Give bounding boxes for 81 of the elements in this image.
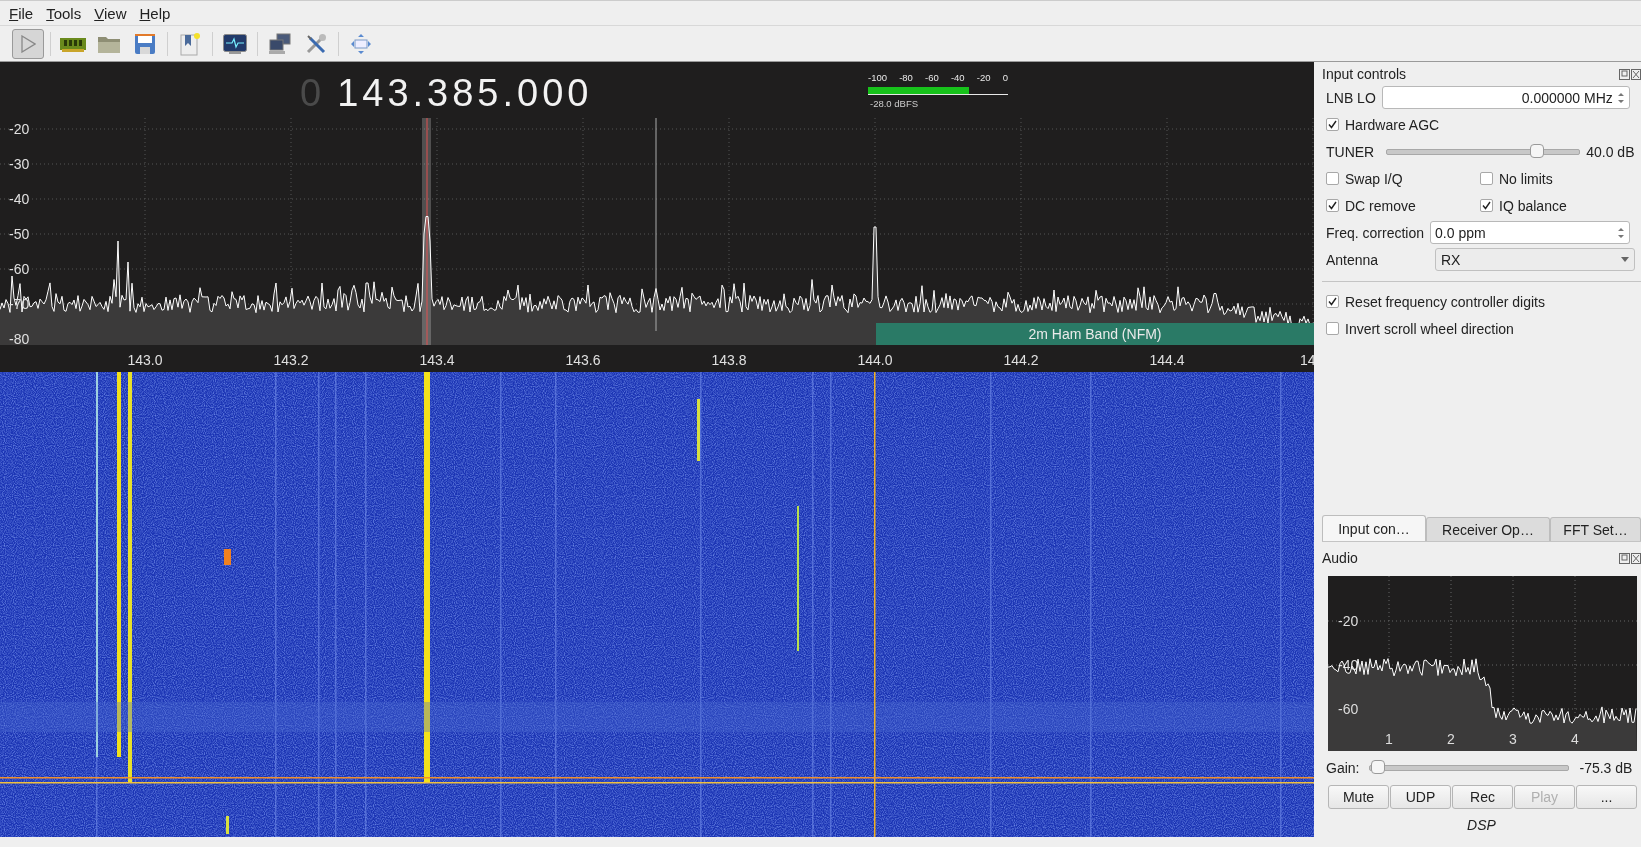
meter-tick-label: -80 (899, 72, 913, 83)
axis-label: -30 (9, 156, 30, 172)
checkbox[interactable] (1326, 295, 1339, 308)
meter-tick-label: -60 (925, 72, 939, 83)
audio-button[interactable]: ... (1576, 785, 1637, 809)
audio-button[interactable]: UDP (1390, 785, 1451, 809)
menu-item[interactable]: Tools (41, 4, 90, 22)
computers-icon (268, 32, 292, 55)
axis-label: 143.0 (127, 352, 163, 368)
axis-label: 144.4 (1149, 352, 1185, 368)
field-label: LNB LO (1326, 89, 1376, 106)
panel-title: Audio (1322, 550, 1358, 566)
checkbox[interactable] (1326, 118, 1339, 131)
play-icon (20, 34, 36, 53)
axis-label: 4 (1571, 731, 1579, 747)
checkbox[interactable] (1480, 199, 1493, 212)
antenna-dropdown[interactable]: RX (1435, 248, 1635, 271)
section-label: DSP (1467, 817, 1496, 833)
spinner-icon[interactable] (1617, 225, 1626, 240)
axis-label: 2 (1447, 731, 1455, 747)
option-label: No limits (1499, 170, 1553, 187)
checkbox[interactable] (1326, 199, 1339, 212)
dock-float-close-icon[interactable] (1619, 552, 1641, 564)
slider-label: TUNER (1326, 143, 1375, 160)
meter-tick-label: -20 (976, 72, 991, 83)
field-label: Antenna (1326, 251, 1380, 268)
axis-label: -60 (1338, 701, 1359, 717)
meter-tick-label: -100 (868, 72, 887, 83)
slider-reading: -75.3 dB (1579, 760, 1633, 776)
menu-item[interactable]: View (89, 4, 135, 22)
bookmark-document-icon (180, 31, 200, 56)
dropdown-arrow-icon (1621, 257, 1629, 262)
field-label: Freq. correction (1326, 224, 1425, 241)
option-label: DC remove (1345, 197, 1416, 214)
axis-label: 3 (1509, 731, 1517, 747)
option-label: Reset frequency controller digits (1345, 293, 1545, 310)
slider-thumb[interactable] (1530, 143, 1544, 158)
menu-item[interactable]: Help (134, 4, 179, 22)
wrench-screwdriver-icon (305, 32, 327, 55)
monitor-pulse-icon (223, 33, 247, 54)
option-label: Swap I/Q (1345, 170, 1403, 187)
axis-label: -50 (9, 226, 30, 242)
band-label: 2m Ham Band (NFM) (1028, 326, 1162, 342)
meter-reading: -28.0 dBFS (870, 98, 920, 109)
axis-label: 143.8 (711, 352, 747, 368)
audio-button[interactable]: Mute (1328, 785, 1389, 809)
option-label: Invert scroll wheel direction (1345, 320, 1514, 337)
checkbox[interactable] (1480, 172, 1493, 185)
tab[interactable]: FFT Set… (1550, 517, 1641, 541)
axis-label: 143.4 (419, 352, 455, 368)
axis-label: 1 (1385, 731, 1393, 747)
axis-label: -20 (9, 121, 30, 137)
checkbox[interactable] (1326, 322, 1339, 335)
axis-label: -20 (1338, 613, 1359, 629)
tab[interactable]: Input con… (1322, 515, 1426, 541)
axis-label: -40 (9, 191, 30, 207)
freq-correction-field[interactable]: 0.0 ppm (1430, 221, 1631, 244)
lnb-lo-field[interactable]: 0.000000 MHz (1381, 86, 1630, 109)
circuit-board-icon (60, 35, 86, 52)
panel-title: Input controls (1322, 66, 1407, 82)
axis-label: 144.0 (857, 352, 893, 368)
frequency-display[interactable]: 143.385.000 (337, 72, 593, 115)
meter-tick-label: -40 (950, 72, 965, 83)
menu-item[interactable]: File (4, 4, 42, 22)
dock-float-close-icon[interactable] (1619, 68, 1641, 80)
axis-label: 143.6 (565, 352, 601, 368)
tab[interactable]: Receiver Op… (1426, 517, 1550, 541)
slider-label: Gain: (1326, 760, 1360, 776)
option-label: Hardware AGC (1345, 116, 1440, 133)
audio-button[interactable]: Rec (1452, 785, 1513, 809)
axis-label: 143.2 (273, 352, 309, 368)
option-label: IQ balance (1499, 197, 1567, 214)
spinner-icon[interactable] (1616, 90, 1625, 105)
meter-tick-label: 0 (1002, 72, 1008, 83)
checkbox[interactable] (1326, 172, 1339, 185)
slider-thumb[interactable] (1371, 760, 1386, 774)
slider-reading: 40.0 dB (1586, 143, 1635, 160)
axis-label: 144.2 (1003, 352, 1039, 368)
axis-label: -60 (9, 261, 30, 277)
move-arrows-icon (350, 32, 372, 55)
axis-label: -80 (9, 331, 30, 347)
